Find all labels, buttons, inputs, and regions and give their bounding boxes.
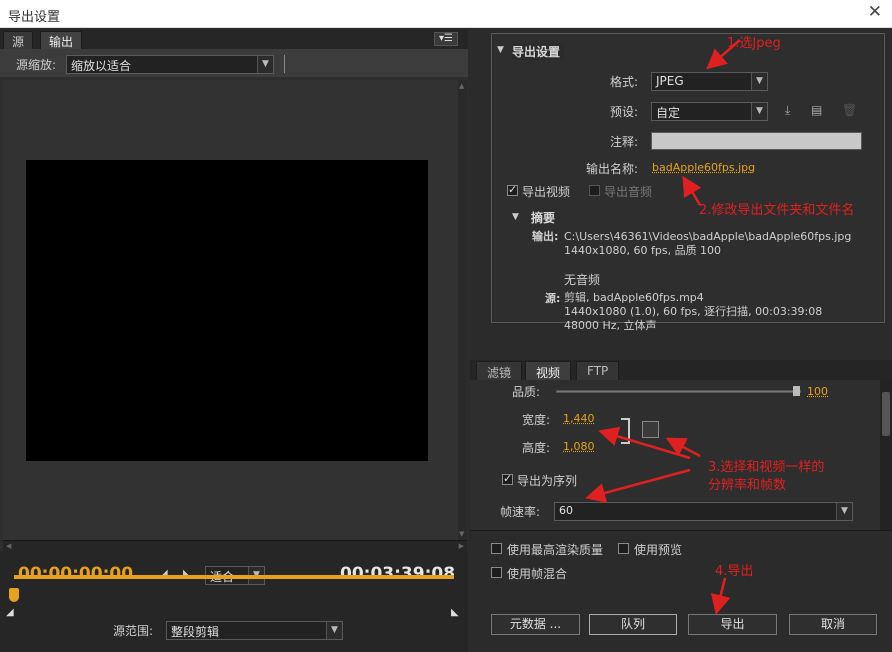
annotation-4: 4.导出	[715, 564, 754, 579]
annotation-arrow-4	[710, 577, 731, 615]
annotation-1: 1.选Jpeg	[727, 36, 781, 51]
annotation-3-line1: 3.选择和视频一样的	[708, 460, 825, 475]
annotation-arrows	[585, 39, 741, 615]
annotation-arrow-2	[682, 175, 702, 206]
annotation-arrow-3c	[585, 468, 691, 503]
annotation-2: 2.修改导出文件夹和文件名	[699, 203, 855, 218]
annotation-3-line2: 分辨率和帧数	[708, 478, 787, 493]
